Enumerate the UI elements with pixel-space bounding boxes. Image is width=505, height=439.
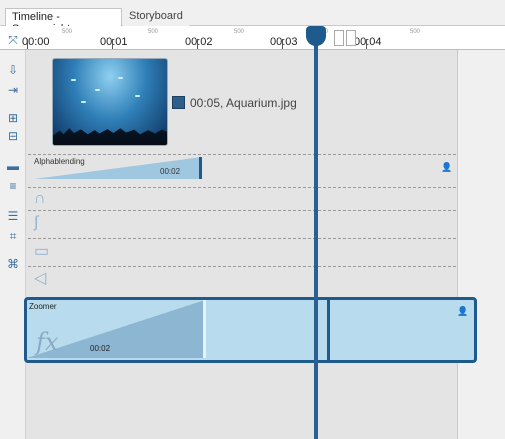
magnet-icon: ∩ xyxy=(34,190,46,207)
ruler-tick xyxy=(197,39,198,49)
track-separator xyxy=(28,187,456,188)
group-icon[interactable]: ▬ xyxy=(4,158,22,174)
camera-icon: ▭ xyxy=(34,243,50,260)
fx-icon: fx xyxy=(36,328,59,356)
track-separator xyxy=(28,154,456,155)
curve-icon: ∫ xyxy=(34,214,39,231)
ruler-tick xyxy=(366,39,367,49)
person-icon: 👤 xyxy=(441,162,453,172)
track-separator xyxy=(28,210,456,211)
ruler-tick xyxy=(282,39,283,49)
crowd-silhouette xyxy=(53,128,167,145)
tab-bar: Timeline - Spuransicht Storyboard xyxy=(0,0,505,35)
track-separator xyxy=(28,238,456,239)
track-separator xyxy=(28,266,456,267)
align-bottom-icon[interactable]: ⇥ xyxy=(4,82,22,98)
effect-split-handle[interactable] xyxy=(327,297,330,363)
bars-icon[interactable]: ≡ xyxy=(4,178,22,194)
time-ruler[interactable]: 00:00 00:01 00:02 00:03 00:04 500 500 50… xyxy=(0,26,505,50)
marker-flag[interactable] xyxy=(346,30,356,46)
add-track-icon[interactable]: ⊞ xyxy=(4,110,22,126)
ruler-sub-label: 500 xyxy=(148,29,159,35)
ruler-tick xyxy=(27,39,28,49)
playhead-line[interactable] xyxy=(314,36,318,439)
image-track-label: 00:05, Aquarium.jpg xyxy=(190,96,297,110)
alphablending-time: 00:02 xyxy=(160,167,181,176)
ruler-label: 00:01 xyxy=(100,36,128,48)
ruler-sub-label: 500 xyxy=(410,29,421,35)
ruler-label: 00:03 xyxy=(270,36,298,48)
fish-shape xyxy=(71,79,76,81)
remove-track-icon[interactable]: ⊟ xyxy=(4,128,22,144)
person-icon: 👤 xyxy=(457,306,469,316)
ruler-sub-label: 500 xyxy=(62,29,73,35)
aquarium-thumbnail[interactable] xyxy=(52,58,168,146)
tab-storyboard[interactable]: Storyboard xyxy=(123,8,189,27)
fish-shape xyxy=(135,95,140,97)
zoomer-label: Zoomer xyxy=(29,302,57,311)
steps-icon[interactable]: ☰ xyxy=(4,208,22,224)
fish-shape xyxy=(95,89,100,91)
zoom-icon[interactable]: ⤧ xyxy=(4,32,22,48)
left-toolbar: ⤧ ⇩ ⇥ ⊞ ⊟ ▬ ≡ ☰ ⌗ ⌘ xyxy=(0,33,26,439)
frame-icon[interactable]: ⌗ xyxy=(4,228,22,244)
right-pane xyxy=(457,50,505,439)
zoomer-time: 00:02 xyxy=(90,344,111,353)
fish-shape xyxy=(81,101,86,103)
fish-shape xyxy=(118,77,123,79)
playhead-knob[interactable] xyxy=(306,26,326,46)
ruler-label: 00:04 xyxy=(354,36,382,48)
fit-icon[interactable]: ⌘ xyxy=(4,256,22,272)
align-top-icon[interactable]: ⇩ xyxy=(4,62,22,78)
ruler-sub-label: 500 xyxy=(234,29,245,35)
speaker-icon: ◁ xyxy=(34,270,47,287)
ruler-label: 00:02 xyxy=(185,36,213,48)
image-file-icon xyxy=(172,96,185,109)
tab-timeline[interactable]: Timeline - Spuransicht xyxy=(5,8,122,35)
marker-flag[interactable] xyxy=(334,30,344,46)
ruler-tick xyxy=(112,39,113,49)
timeline-window: Timeline - Spuransicht Storyboard 00:00 … xyxy=(0,0,505,439)
alphablending-label: Alphablending xyxy=(34,157,85,166)
